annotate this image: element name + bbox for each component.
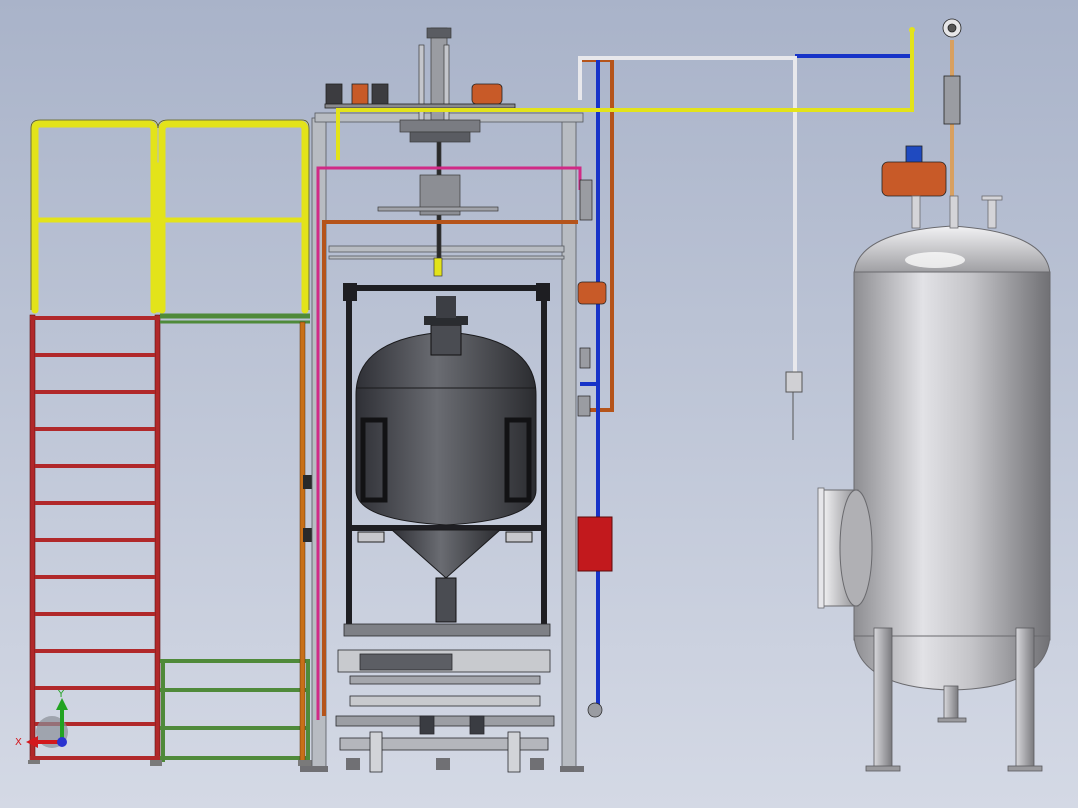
assembly-drawing: X Y xyxy=(0,0,1078,808)
axis-y-label: Y xyxy=(57,689,65,700)
axis-x-label: X xyxy=(15,737,22,748)
tank-nozzle[interactable] xyxy=(817,487,873,609)
control-panel[interactable] xyxy=(577,516,613,572)
cad-viewport[interactable]: X Y xyxy=(0,0,1078,808)
receiver-tank[interactable] xyxy=(853,225,1051,691)
